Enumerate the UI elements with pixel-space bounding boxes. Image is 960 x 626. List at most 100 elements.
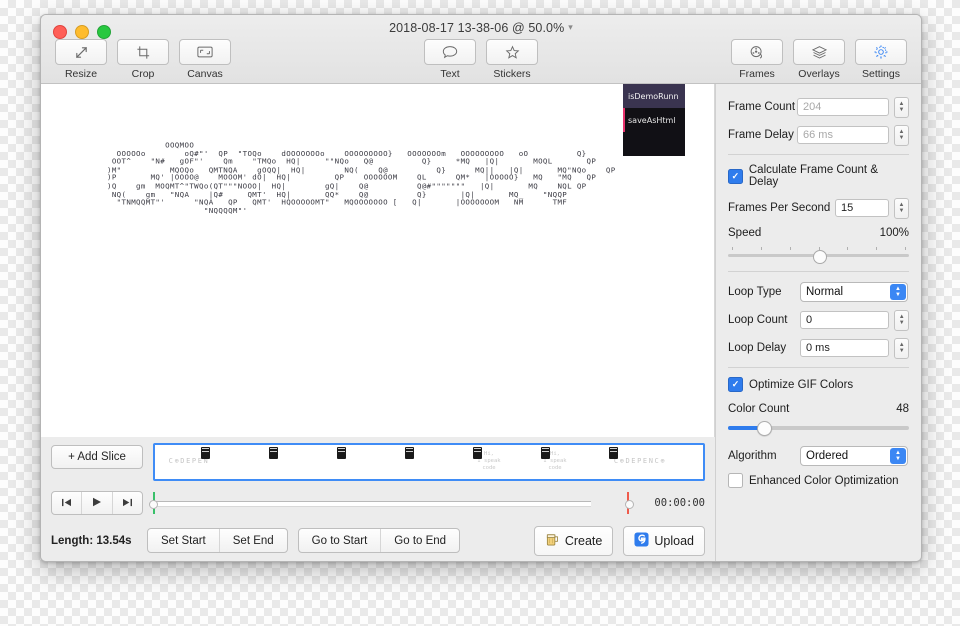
window-title-row: 2018-08-17 13-38-06 @ 50.0% ▾	[41, 21, 921, 35]
loop-delay-row: Loop Delay 0 ms ▲ ▼	[728, 337, 909, 359]
chevron-down-icon[interactable]: ▾	[568, 22, 573, 32]
slice-marker[interactable]	[337, 446, 346, 459]
text-button[interactable]: Text	[424, 39, 476, 80]
loop-delay-input[interactable]: 0 ms	[800, 339, 890, 357]
window-toolbar: 2018-08-17 13-38-06 @ 50.0% ▾ Resize Crop	[41, 15, 921, 84]
crop-button-label: Crop	[131, 68, 155, 80]
fps-stepper[interactable]: ▲ ▼	[894, 197, 909, 219]
toolbar-right-group: Frames Overlays Settings	[731, 39, 907, 80]
speech-bubble-icon	[442, 45, 458, 59]
set-end-button[interactable]: Set End	[218, 529, 287, 553]
crop-button[interactable]: Crop	[117, 39, 169, 80]
skip-to-end-button[interactable]	[111, 492, 142, 515]
completion-item-0[interactable]: isDemoRunn	[623, 84, 685, 108]
loop-delay-label: Loop Delay	[728, 342, 787, 354]
slice-marker[interactable]	[609, 446, 618, 459]
slice-marker[interactable]	[541, 446, 550, 459]
chevron-updown-icon: ▲ ▼	[890, 448, 906, 464]
filmstrip-frame[interactable]: C⊕DEPEN	[155, 445, 223, 479]
frame-count-label: Frame Count	[728, 101, 796, 113]
optimize-row[interactable]: Optimize GIF Colors	[728, 377, 909, 392]
loop-delay-stepper[interactable]: ▲ ▼	[894, 337, 909, 359]
loop-count-input[interactable]: 0	[800, 311, 890, 329]
set-start-button[interactable]: Set Start	[148, 529, 219, 552]
speed-slider[interactable]	[728, 247, 909, 264]
algorithm-select[interactable]: Ordered ▲ ▼	[800, 446, 908, 466]
speed-value: 100%	[879, 227, 909, 239]
go-to-start-button[interactable]: Go to Start	[299, 529, 381, 552]
page-title: 2018-08-17 13-38-06 @ 50.0%	[389, 21, 565, 35]
filmstrip[interactable]: C⊕DEPEN Hi, I speak code Hi, I speak code C⊕…	[153, 442, 705, 481]
goto-button-group: Go to Start Go to End	[297, 528, 461, 554]
loop-type-select[interactable]: Normal ▲ ▼	[800, 282, 908, 302]
filmstrip-frame[interactable]	[389, 445, 457, 479]
filmstrip-frame[interactable]: C⊕DEPENC⊕	[585, 445, 695, 479]
algorithm-value: Ordered	[806, 450, 849, 462]
loop-type-row: Loop Type Normal ▲ ▼	[728, 281, 909, 303]
color-count-thumb[interactable]	[756, 421, 772, 436]
skip-to-end-icon	[122, 494, 133, 512]
stickers-button[interactable]: Stickers	[486, 39, 538, 80]
enhanced-row[interactable]: Enhanced Color Optimization	[728, 473, 909, 488]
skip-to-start-icon	[61, 494, 72, 512]
play-button[interactable]	[81, 492, 111, 515]
create-button[interactable]: Create	[533, 525, 614, 556]
settings-button[interactable]: Settings	[855, 39, 907, 80]
skip-to-start-button[interactable]	[52, 492, 81, 514]
calculate-row[interactable]: Calculate Frame Count & Delay	[728, 164, 909, 188]
frame-count-stepper[interactable]: ▲ ▼	[894, 96, 909, 118]
enhanced-label: Enhanced Color Optimization	[749, 474, 899, 487]
frame-delay-input[interactable]: 66 ms	[797, 126, 889, 144]
canvas-area[interactable]: OOQMOO OOOOOo oQ#"' QP "TOQo dOOOOOOOo O…	[41, 84, 715, 437]
stickers-button-label: Stickers	[493, 68, 531, 80]
window-body: OOQMOO OOOOOo oQ#"' QP "TOQo dOOOOOOOo O…	[41, 84, 921, 561]
canvas-button-box	[179, 39, 231, 65]
code-completion-popup[interactable]: isDemoRunn saveAsHtml	[623, 84, 685, 156]
filmstrip-frame[interactable]: Hi, I speak code	[521, 445, 589, 479]
go-to-end-button[interactable]: Go to End	[380, 529, 459, 553]
color-count-row: Color Count 48	[728, 401, 909, 417]
completion-item-1[interactable]: saveAsHtml	[623, 108, 685, 132]
frames-button[interactable]: Frames	[731, 39, 783, 80]
filmstrip-frame[interactable]	[233, 445, 301, 479]
speed-row: Speed 100%	[728, 225, 909, 241]
upload-button[interactable]: Upload	[623, 525, 705, 556]
resize-button[interactable]: Resize	[55, 39, 107, 80]
slice-marker[interactable]	[473, 446, 482, 459]
optimize-checkbox[interactable]	[728, 377, 743, 392]
frame-count-input[interactable]: 204	[797, 98, 889, 116]
slice-marker[interactable]	[405, 446, 414, 459]
add-slice-button[interactable]: + Add Slice	[51, 444, 143, 469]
play-icon	[92, 494, 102, 512]
trim-slider[interactable]	[149, 492, 634, 515]
loop-type-value: Normal	[806, 286, 844, 298]
divider	[728, 154, 909, 155]
create-button-label: Create	[564, 533, 603, 548]
film-reel-icon	[749, 45, 765, 60]
length-label: Length: 13.54s	[51, 534, 132, 547]
text-button-label: Text	[440, 68, 460, 80]
slice-marker[interactable]	[201, 446, 210, 459]
codepen-logo-icon: C⊕DEPENC⊕	[613, 457, 667, 466]
filmstrip-frame[interactable]: Hi, I speak code	[455, 445, 523, 479]
fps-input[interactable]: 15	[835, 199, 889, 217]
color-count-slider[interactable]	[728, 421, 909, 436]
calculate-checkbox[interactable]	[728, 168, 743, 184]
loop-type-label: Loop Type	[728, 286, 782, 298]
trim-end-handle[interactable]	[625, 500, 634, 510]
toolbar-left-group: Resize Crop Canvas	[55, 39, 231, 80]
stickers-button-box	[486, 39, 538, 65]
divider	[728, 271, 909, 272]
calculate-label: Calculate Frame Count & Delay	[748, 164, 878, 188]
enhanced-checkbox[interactable]	[728, 473, 743, 488]
loop-count-stepper[interactable]: ▲ ▼	[894, 309, 909, 331]
frame-delay-stepper[interactable]: ▲ ▼	[894, 124, 909, 146]
slice-marker[interactable]	[269, 446, 278, 459]
fps-row: Frames Per Second 15 ▲ ▼	[728, 197, 909, 219]
speed-slider-thumb[interactable]	[812, 250, 827, 264]
overlays-button-box	[793, 39, 845, 65]
canvas-button[interactable]: Canvas	[179, 39, 231, 80]
trim-start-handle[interactable]	[149, 500, 158, 510]
overlays-button[interactable]: Overlays	[793, 39, 845, 80]
speed-label: Speed	[728, 227, 762, 239]
